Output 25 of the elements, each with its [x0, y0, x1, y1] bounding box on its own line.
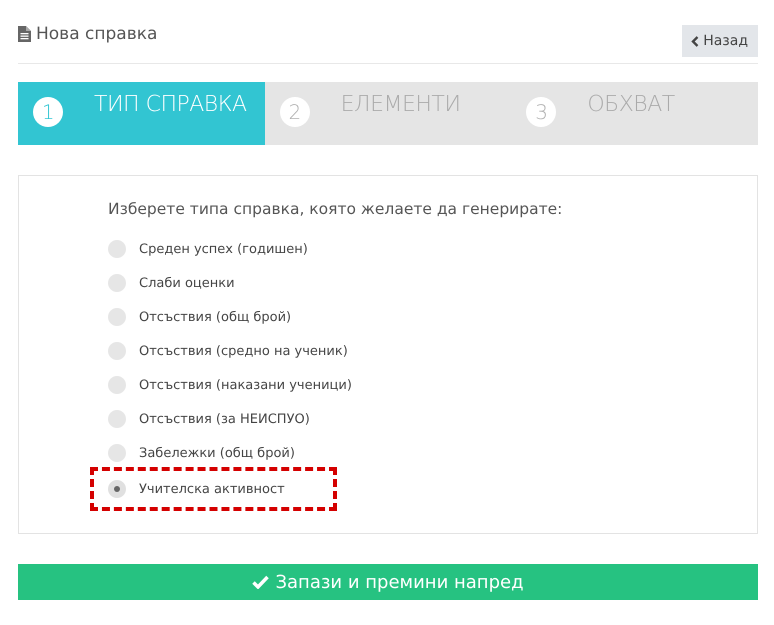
option-label[interactable]: Слаби оценки — [139, 276, 235, 290]
step-number: 1 — [33, 97, 63, 127]
option-label[interactable]: Учителска активност — [139, 482, 285, 496]
radio-button[interactable] — [108, 274, 126, 292]
option-label[interactable]: Отсъствия (наказани ученици) — [139, 378, 352, 392]
document-icon — [18, 26, 31, 42]
radio-button[interactable] — [108, 444, 126, 462]
radio-button[interactable] — [108, 342, 126, 360]
radio-button[interactable] — [108, 240, 126, 258]
radio-button[interactable] — [108, 480, 126, 498]
question-text: Изберете типа справка, която желаете да генерирате: — [108, 200, 564, 218]
radio-button[interactable] — [108, 410, 126, 428]
back-button[interactable]: Назад — [682, 25, 758, 57]
checkmark-icon — [252, 575, 270, 589]
option-label[interactable]: Отсъствия (средно на ученик) — [139, 344, 348, 358]
step-number: 3 — [526, 97, 556, 127]
option-label[interactable]: Отсъствия (за НЕИСПУО) — [139, 412, 310, 426]
radio-button[interactable] — [108, 308, 126, 326]
page-title: Нова справка — [36, 24, 158, 44]
option-label[interactable]: Отсъствия (общ брой) — [139, 310, 292, 324]
option-label[interactable]: Забележки (общ брой) — [139, 446, 295, 460]
chevron-left-icon — [691, 36, 700, 46]
radio-button[interactable] — [108, 376, 126, 394]
option-label[interactable]: Среден успех (годишен) — [139, 242, 308, 256]
step-number: 2 — [280, 97, 310, 127]
